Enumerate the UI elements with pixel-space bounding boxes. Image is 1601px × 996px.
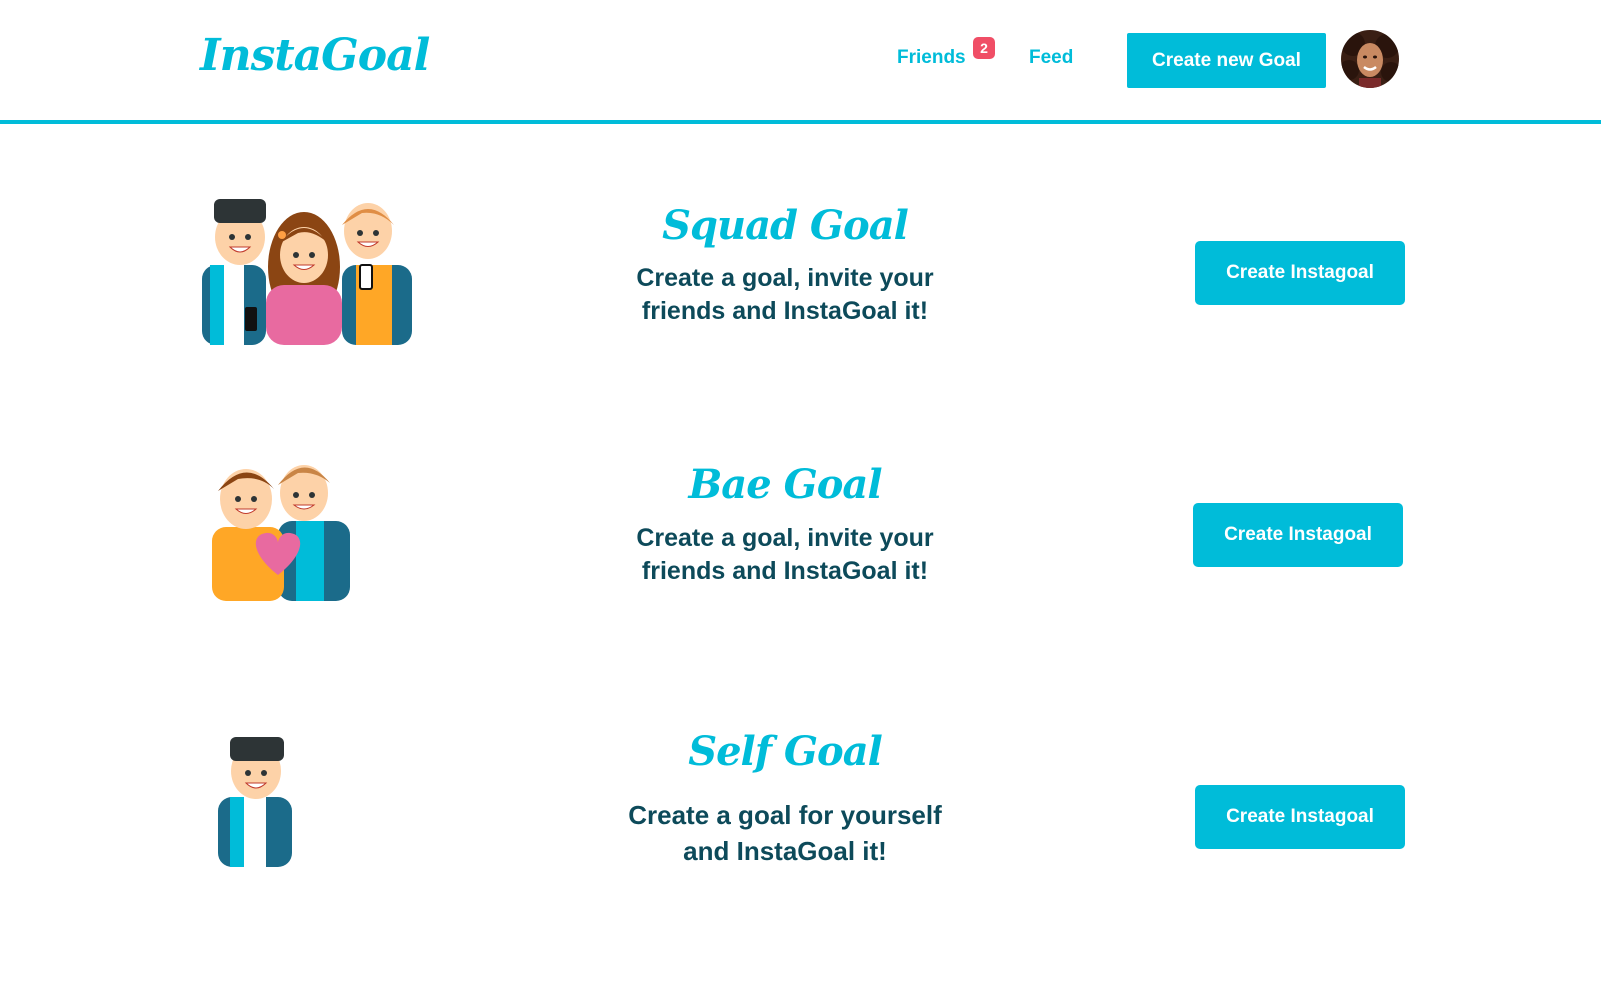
self-goal-title: Self Goal [688,728,883,775]
bae-goal-desc-line2: friends and InstaGoal it! [641,557,929,585]
create-squad-instagoal-button[interactable]: Create Instagoal [1195,241,1405,305]
top-nav: InstaGoal Friends 2 Feed Create new Goal [0,0,1601,124]
bae-goal-title: Bae Goal [688,461,882,508]
squad-goal-desc-line2: friends and InstaGoal it! [641,297,929,325]
squad-goal-desc-line1: Create a goal, invite your [636,264,934,292]
create-bae-instagoal-button[interactable]: Create Instagoal [1193,503,1403,567]
user-avatar[interactable] [1341,30,1399,88]
friends-notification-badge: 2 [973,37,995,59]
squad-illustration [202,195,424,350]
bae-illustration [212,455,352,606]
self-goal-description: Create a goal for yourself and InstaGoal… [560,797,1010,869]
feed-link[interactable]: Feed [1029,47,1073,69]
app-logo[interactable]: InstaGoal [200,30,430,81]
squad-goal-title: Squad Goal [662,202,909,249]
self-illustration [218,735,298,872]
bae-goal-description: Create a goal, invite your friends and I… [560,522,1010,588]
friends-link[interactable]: Friends [897,47,966,69]
self-goal-desc-line2: and InstaGoal it! [683,836,887,866]
create-self-instagoal-button[interactable]: Create Instagoal [1195,785,1405,849]
self-goal-desc-line1: Create a goal for yourself [628,800,942,830]
bae-goal-desc-line1: Create a goal, invite your [636,524,934,552]
create-new-goal-button[interactable]: Create new Goal [1127,33,1326,88]
squad-goal-description: Create a goal, invite your friends and I… [560,262,1010,328]
